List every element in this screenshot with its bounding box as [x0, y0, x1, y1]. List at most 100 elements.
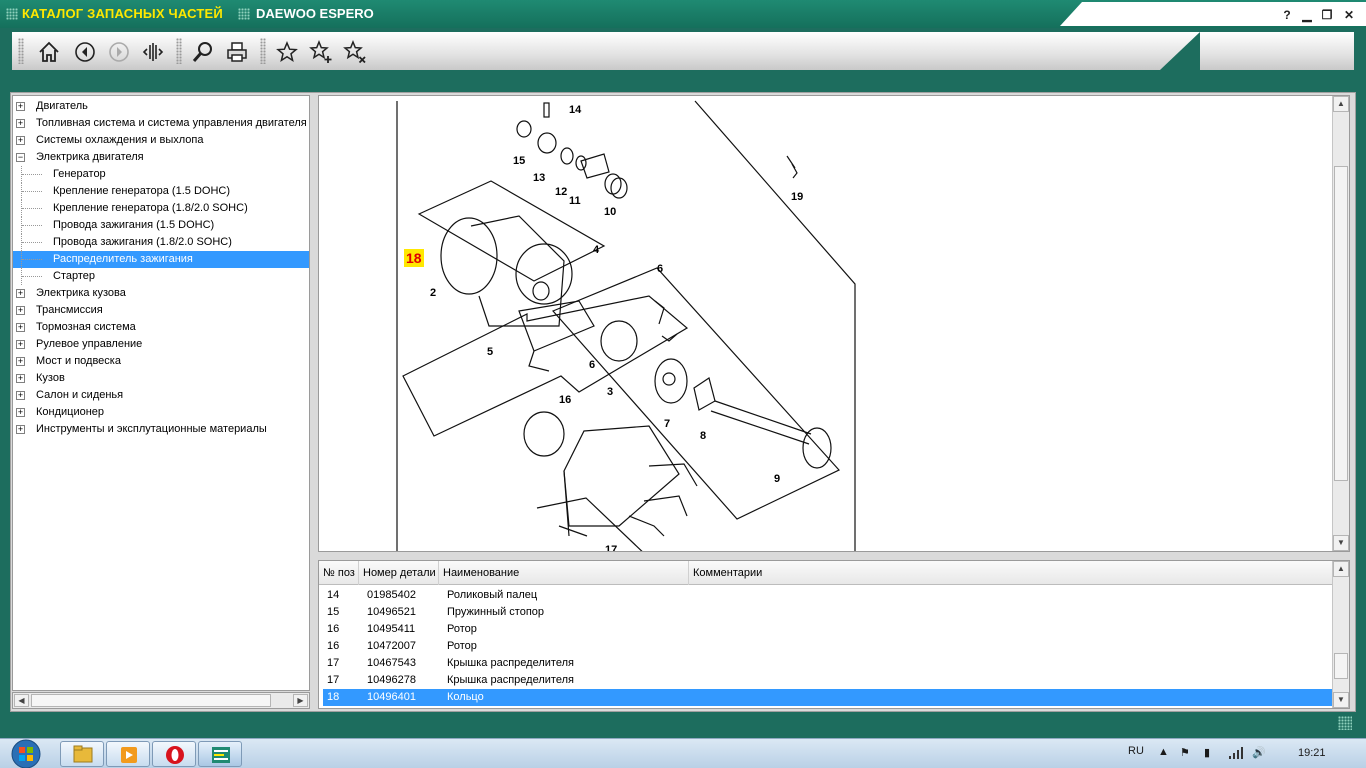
callout-label[interactable]: 8: [700, 430, 706, 442]
search-button[interactable]: [190, 39, 216, 65]
callout-label[interactable]: 14: [569, 104, 581, 116]
table-vertical-scrollbar[interactable]: ▲ ▼: [1332, 561, 1349, 708]
expand-icon[interactable]: +: [16, 323, 25, 332]
action-center-flag-icon[interactable]: ⚑: [1180, 746, 1190, 759]
back-button[interactable]: [72, 39, 98, 65]
expand-icon[interactable]: +: [16, 391, 25, 400]
column-header-comments[interactable]: Комментарии: [689, 561, 1333, 585]
input-language[interactable]: RU: [1128, 745, 1144, 757]
close-button[interactable]: ✕: [1342, 8, 1356, 22]
tree-category-item[interactable]: + Электрика кузова: [13, 285, 309, 302]
forward-button[interactable]: [106, 39, 132, 65]
expand-icon[interactable]: +: [16, 136, 25, 145]
table-row[interactable]: 15 10496521 Пружинный стопор: [323, 604, 1333, 621]
callout-label[interactable]: 4: [593, 244, 599, 256]
tree-child-item[interactable]: Провода зажигания (1.8/2.0 SOHC): [13, 234, 309, 251]
start-button[interactable]: [6, 739, 46, 768]
callout-label[interactable]: 16: [559, 394, 571, 406]
scroll-down-button[interactable]: ▼: [1333, 535, 1349, 551]
help-button[interactable]: ?: [1280, 8, 1294, 22]
expand-icon[interactable]: +: [16, 306, 25, 315]
table-row[interactable]: 16 10472007 Ротор: [323, 638, 1333, 655]
tree-horizontal-scrollbar[interactable]: ◀ ▶: [12, 692, 310, 709]
home-button[interactable]: [36, 39, 62, 65]
tree-category-item[interactable]: − Электрика двигателя: [13, 149, 309, 166]
callout-label[interactable]: 10: [604, 206, 616, 218]
expand-icon[interactable]: +: [16, 357, 25, 366]
tree-category-item[interactable]: + Инструменты и эксплутационные материалы: [13, 421, 309, 438]
collapse-icon[interactable]: −: [16, 153, 25, 162]
expand-icon[interactable]: +: [16, 340, 25, 349]
scroll-right-button[interactable]: ▶: [293, 694, 308, 707]
taskbar-media-button[interactable]: [106, 741, 150, 767]
clock[interactable]: 19:21: [1298, 747, 1326, 759]
table-row[interactable]: 17 10467543 Крышка распределителя: [323, 655, 1333, 672]
callout-label[interactable]: 7: [664, 418, 670, 430]
volume-icon[interactable]: 🔊: [1252, 746, 1266, 759]
callout-label[interactable]: 11: [569, 195, 581, 207]
expand-icon[interactable]: +: [16, 408, 25, 417]
tree-category-item[interactable]: + Тормозная система: [13, 319, 309, 336]
taskbar-explorer-button[interactable]: [60, 741, 104, 767]
highlighted-callout[interactable]: 18: [404, 249, 424, 267]
callout-label[interactable]: 12: [555, 186, 567, 198]
tree-category-item[interactable]: + Рулевое управление: [13, 336, 309, 353]
taskbar-opera-button[interactable]: [152, 741, 196, 767]
expand-icon[interactable]: +: [16, 289, 25, 298]
tree-child-item[interactable]: Генератор: [13, 166, 309, 183]
network-signal-icon[interactable]: [1228, 746, 1244, 763]
expand-icon[interactable]: +: [16, 119, 25, 128]
table-row[interactable]: 17 10496278 Крышка распределителя: [323, 672, 1333, 689]
scroll-thumb[interactable]: [31, 694, 271, 707]
column-header-part-number[interactable]: Номер детали: [359, 561, 439, 585]
tree-category-item[interactable]: + Мост и подвеска: [13, 353, 309, 370]
expand-icon[interactable]: +: [16, 425, 25, 434]
show-hidden-icons-icon[interactable]: ▲: [1158, 746, 1169, 758]
table-row[interactable]: 18 10496401 Кольцо: [323, 689, 1333, 706]
scroll-down-button[interactable]: ▼: [1333, 692, 1349, 708]
power-icon[interactable]: ▮: [1204, 746, 1210, 759]
scroll-thumb[interactable]: [1334, 166, 1348, 481]
callout-label[interactable]: 19: [791, 191, 803, 203]
table-row[interactable]: 14 01985402 Роликовый палец: [323, 587, 1333, 604]
scroll-left-button[interactable]: ◀: [14, 694, 29, 707]
callout-label[interactable]: 9: [774, 473, 780, 485]
callout-label[interactable]: 13: [533, 172, 545, 184]
callout-label[interactable]: 6: [657, 263, 663, 275]
resize-grip-icon[interactable]: [1338, 716, 1352, 730]
scroll-up-button[interactable]: ▲: [1333, 96, 1349, 112]
restore-button[interactable]: ❐: [1320, 8, 1334, 22]
tree-child-item[interactable]: Крепление генератора (1.8/2.0 SOHC): [13, 200, 309, 217]
print-button[interactable]: [224, 39, 250, 65]
callout-label[interactable]: 15: [513, 155, 525, 167]
tree-category-item[interactable]: + Трансмиссия: [13, 302, 309, 319]
exploded-diagram[interactable]: 14 15 13 12 11 10 19 4 18 2 6 5 6 3 7 8 …: [318, 95, 1350, 552]
tree-category-item[interactable]: + Системы охлаждения и выхлопа: [13, 132, 309, 149]
tree-category-item[interactable]: + Салон и сиденья: [13, 387, 309, 404]
tree-child-item[interactable]: Провода зажигания (1.5 DOHC): [13, 217, 309, 234]
scroll-thumb[interactable]: [1334, 653, 1348, 679]
minimize-button[interactable]: ▁: [1300, 8, 1314, 22]
category-tree[interactable]: + Двигатель + Топливная система и система у…: [12, 95, 310, 691]
split-view-button[interactable]: [140, 39, 166, 65]
tree-category-item[interactable]: + Кондиционер: [13, 404, 309, 421]
panel-splitter[interactable]: [310, 95, 318, 709]
tree-child-item[interactable]: Крепление генератора (1.5 DOHC): [13, 183, 309, 200]
tree-category-item[interactable]: + Топливная система и система управления …: [13, 115, 309, 132]
taskbar-catalog-button[interactable]: [198, 741, 242, 767]
scroll-up-button[interactable]: ▲: [1333, 561, 1349, 577]
callout-label[interactable]: 17: [605, 544, 617, 551]
diagram-vertical-scrollbar[interactable]: ▲ ▼: [1332, 96, 1349, 551]
expand-icon[interactable]: +: [16, 374, 25, 383]
table-row[interactable]: 16 10495411 Ротор: [323, 621, 1333, 638]
column-header-position[interactable]: № поз: [319, 561, 359, 585]
callout-label[interactable]: 3: [607, 386, 613, 398]
expand-icon[interactable]: +: [16, 102, 25, 111]
tree-category-item[interactable]: + Кузов: [13, 370, 309, 387]
column-header-name[interactable]: Наименование: [439, 561, 689, 585]
remove-favorite-button[interactable]: [342, 39, 368, 65]
tree-child-item[interactable]: Стартер: [13, 268, 309, 285]
callout-label[interactable]: 6: [589, 359, 595, 371]
tree-category-item[interactable]: + Двигатель: [13, 98, 309, 115]
add-favorite-button[interactable]: [308, 39, 334, 65]
